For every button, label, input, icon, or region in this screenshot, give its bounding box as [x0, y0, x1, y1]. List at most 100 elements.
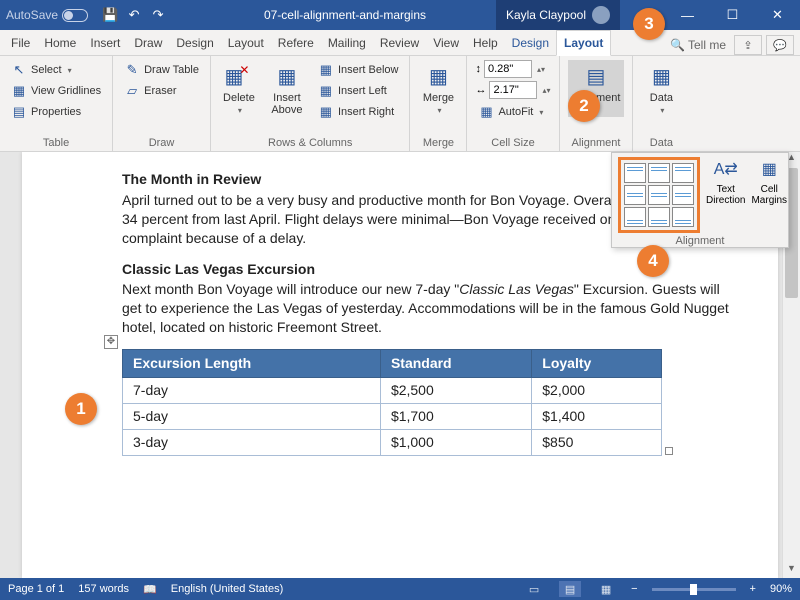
col-width-field[interactable]: ↔▴▾ — [475, 81, 550, 99]
table-header[interactable]: Loyalty — [532, 350, 662, 378]
delete-button[interactable]: ▦✕ Delete▾ — [219, 60, 259, 117]
save-icon[interactable]: 💾 — [100, 5, 120, 25]
tell-me-search[interactable]: 🔍 Tell me — [664, 35, 732, 55]
row-height-input[interactable] — [484, 60, 532, 78]
cell-margins-icon: ▦ — [756, 157, 782, 183]
tab-draw[interactable]: Draw — [127, 31, 169, 55]
group-label: Alignment — [618, 233, 782, 247]
insert-above-icon: ▦ — [271, 62, 303, 90]
table-cell[interactable]: $1,000 — [380, 429, 531, 455]
table-move-handle-icon[interactable]: ✥ — [104, 335, 118, 349]
page-indicator[interactable]: Page 1 of 1 — [8, 583, 64, 595]
zoom-level[interactable]: 90% — [770, 583, 792, 595]
zoom-out-button[interactable]: − — [631, 583, 637, 595]
print-layout-icon[interactable]: ▤ — [559, 581, 581, 597]
alignment-grid — [618, 157, 700, 233]
undo-icon[interactable]: ↶ — [124, 5, 144, 25]
align-top-center-button[interactable] — [648, 163, 670, 183]
web-layout-icon[interactable]: ▦ — [595, 581, 617, 597]
view-gridlines-button[interactable]: ▦View Gridlines — [8, 81, 104, 101]
tab-mailings[interactable]: Mailing — [321, 31, 373, 55]
user-account[interactable]: Kayla Claypool — [496, 0, 620, 30]
table-cell[interactable]: $850 — [532, 429, 662, 455]
insert-above-button[interactable]: ▦ Insert Above — [267, 60, 307, 118]
read-mode-icon[interactable]: ▭ — [523, 581, 545, 597]
align-bottom-left-button[interactable] — [624, 207, 646, 227]
align-center-right-button[interactable] — [672, 185, 694, 205]
delete-icon: ▦✕ — [223, 62, 255, 90]
select-button[interactable]: ↖Select▾ — [8, 60, 104, 80]
table-header[interactable]: Excursion Length — [123, 350, 381, 378]
alignment-icon: ▤ — [580, 62, 612, 90]
properties-icon: ▤ — [11, 104, 27, 120]
group-label: Alignment — [568, 135, 625, 149]
insert-left-button[interactable]: ▦Insert Left — [315, 81, 402, 101]
autofit-button[interactable]: ▦AutoFit▾ — [475, 102, 550, 122]
share-button[interactable]: ⇪ — [734, 35, 762, 55]
table-cell[interactable]: $2,000 — [532, 378, 662, 404]
comments-button[interactable]: 💬 — [766, 35, 794, 55]
tab-view[interactable]: View — [426, 31, 466, 55]
group-cell-size: ↕▴▾ ↔▴▾ ▦AutoFit▾ Cell Size — [467, 56, 559, 151]
align-bottom-right-button[interactable] — [672, 207, 694, 227]
autofit-icon: ▦ — [478, 104, 494, 120]
language-indicator[interactable]: English (United States) — [171, 583, 284, 595]
group-label: Rows & Columns — [219, 135, 402, 149]
table-cell[interactable]: $1,700 — [380, 403, 531, 429]
table-header[interactable]: Standard — [380, 350, 531, 378]
table-cell[interactable]: $1,400 — [532, 403, 662, 429]
tab-help[interactable]: Help — [466, 31, 505, 55]
autosave-toggle[interactable]: AutoSave — [0, 8, 94, 22]
status-bar: Page 1 of 1 157 words 📖 English (United … — [0, 578, 800, 600]
table-cell[interactable]: $2,500 — [380, 378, 531, 404]
row-height-field[interactable]: ↕▴▾ — [475, 60, 550, 78]
col-width-input[interactable] — [489, 81, 537, 99]
table-cell[interactable]: 5-day — [123, 403, 381, 429]
align-top-right-button[interactable] — [672, 163, 694, 183]
spinner-icon[interactable]: ▴▾ — [542, 86, 550, 95]
align-bottom-center-button[interactable] — [648, 207, 670, 227]
proofing-icon[interactable]: 📖 — [143, 583, 157, 596]
table-cell[interactable]: 3-day — [123, 429, 381, 455]
chevron-down-icon: ▾ — [68, 66, 72, 75]
draw-table-button[interactable]: ✎Draw Table — [121, 60, 202, 80]
table-cell[interactable]: 7-day — [123, 378, 381, 404]
tab-layout[interactable]: Layout — [221, 31, 271, 55]
pricing-table[interactable]: Excursion Length Standard Loyalty 7-day … — [122, 349, 662, 456]
maximize-icon[interactable]: ☐ — [710, 0, 755, 30]
tab-file[interactable]: File — [4, 31, 37, 55]
minimize-icon[interactable]: ― — [665, 0, 710, 30]
ribbon-tabs: File Home Insert Draw Design Layout Refe… — [0, 30, 800, 56]
align-center-center-button[interactable] — [648, 185, 670, 205]
scroll-down-icon[interactable]: ▼ — [783, 563, 800, 578]
cell-margins-button[interactable]: ▦ Cell Margins — [751, 157, 787, 206]
text-direction-button[interactable]: A⇄ Text Direction — [706, 157, 745, 206]
align-center-left-button[interactable] — [624, 185, 646, 205]
zoom-slider[interactable] — [652, 588, 736, 591]
word-count[interactable]: 157 words — [78, 583, 129, 595]
zoom-in-button[interactable]: + — [750, 583, 756, 595]
spinner-icon[interactable]: ▴▾ — [537, 65, 545, 74]
tab-insert[interactable]: Insert — [83, 31, 127, 55]
grid-icon: ▦ — [11, 83, 27, 99]
close-icon[interactable]: ✕ — [755, 0, 800, 30]
tab-review[interactable]: Review — [373, 31, 426, 55]
merge-button[interactable]: ▦ Merge▾ — [418, 60, 458, 117]
data-button[interactable]: ▦ Data▾ — [641, 60, 681, 117]
align-top-left-button[interactable] — [624, 163, 646, 183]
tab-references[interactable]: Refere — [271, 31, 321, 55]
insert-right-button[interactable]: ▦Insert Right — [315, 102, 402, 122]
table-row: 3-day $1,000 $850 — [123, 429, 662, 455]
cursor-icon: ↖ — [11, 62, 27, 78]
eraser-button[interactable]: ▱Eraser — [121, 81, 202, 101]
table-resize-handle-icon[interactable] — [665, 447, 673, 455]
tab-design[interactable]: Design — [169, 31, 220, 55]
insert-below-button[interactable]: ▦Insert Below — [315, 60, 402, 80]
properties-button[interactable]: ▤Properties — [8, 102, 104, 122]
tab-home[interactable]: Home — [37, 31, 83, 55]
tab-table-design[interactable]: Design — [505, 31, 556, 55]
group-data: ▦ Data▾ Data — [633, 56, 689, 151]
user-name: Kayla Claypool — [506, 8, 586, 22]
tab-table-layout[interactable]: Layout — [556, 30, 611, 56]
redo-icon[interactable]: ↷ — [148, 5, 168, 25]
